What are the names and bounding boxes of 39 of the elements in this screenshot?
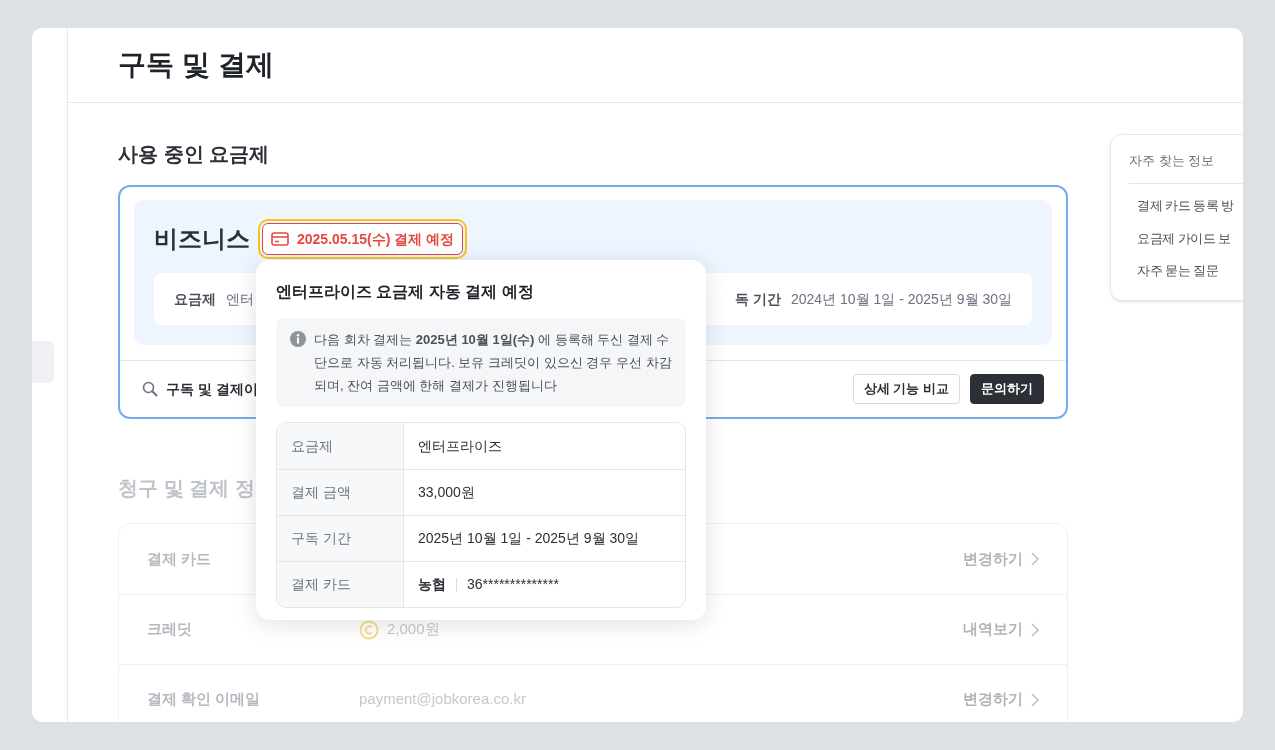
faq-link[interactable]: 자주 묻는 질문 xyxy=(1137,261,1219,281)
detail-label: 독 기간 xyxy=(735,289,781,309)
detail-value: 2024년 10월 1일 - 2025년 9월 30일 xyxy=(791,289,1012,309)
panel-title: 자주 찾는 정보 xyxy=(1129,152,1216,170)
table-cell: 구독 기간 xyxy=(277,516,404,561)
popover-title: 엔터프라이즈 요금제 자동 결제 예정 xyxy=(276,282,535,302)
row-label: 결제 카드 xyxy=(147,548,213,569)
compare-button[interactable]: 상세 기능 비교 xyxy=(852,374,960,404)
faq-link[interactable]: 결제 카드 등록 방 xyxy=(1137,196,1234,216)
card-number: 36************** xyxy=(467,575,559,594)
email-address: payment@jobkorea.co.kr xyxy=(359,689,526,710)
side-tab[interactable] xyxy=(32,341,54,383)
search-icon xyxy=(142,381,158,397)
bank-name: 농협 xyxy=(418,575,446,594)
search-link[interactable]: 구독 및 결제이 xyxy=(166,378,258,400)
coin-icon xyxy=(359,619,379,640)
table-cell: 결제 카드 xyxy=(277,562,404,607)
faq-link[interactable]: 요금제 가이드 보 xyxy=(1137,228,1231,248)
plan-name: 비즈니스 xyxy=(154,224,250,254)
table-cell-text: 33,000원 xyxy=(418,483,475,502)
section-heading: 사용 중인 요금제 xyxy=(118,142,271,167)
section-heading: 청구 및 결제 정 xyxy=(118,476,255,501)
page-title: 구독 및 결제 xyxy=(118,48,274,82)
table-cell: 요금제 xyxy=(277,423,404,469)
row-label: 크레딧 xyxy=(147,619,193,640)
chevron-right-icon xyxy=(1031,692,1039,707)
detail-value: 엔터 xyxy=(226,289,254,309)
table-cell-text: 2025년 10월 1일 - 2025년 9월 30일 xyxy=(418,529,639,548)
credit-card-icon xyxy=(271,232,289,246)
credit-amount: 2,000원 xyxy=(387,619,440,640)
table-cell-text: 엔터프라이즈 xyxy=(418,436,502,456)
chevron-right-icon xyxy=(1031,622,1039,637)
contact-button[interactable]: 문의하기 xyxy=(970,374,1044,404)
chevron-right-icon xyxy=(1031,552,1039,566)
info-icon xyxy=(290,331,306,347)
detail-label: 요금제 xyxy=(174,289,216,309)
notice-text: 다음 회차 결제는 2025년 10월 1일(수) 에 등록해 두신 결제 수단으로 자동 처리됩니다. 보유 크레딧이 있으신 경우 우선 차감되며, 잔여 금액에 한해 결제가 진행됩니다 xyxy=(314,331,672,395)
row-label: 결제 확인 이메일 xyxy=(147,689,262,710)
table-cell: 결제 금액 xyxy=(277,470,404,515)
